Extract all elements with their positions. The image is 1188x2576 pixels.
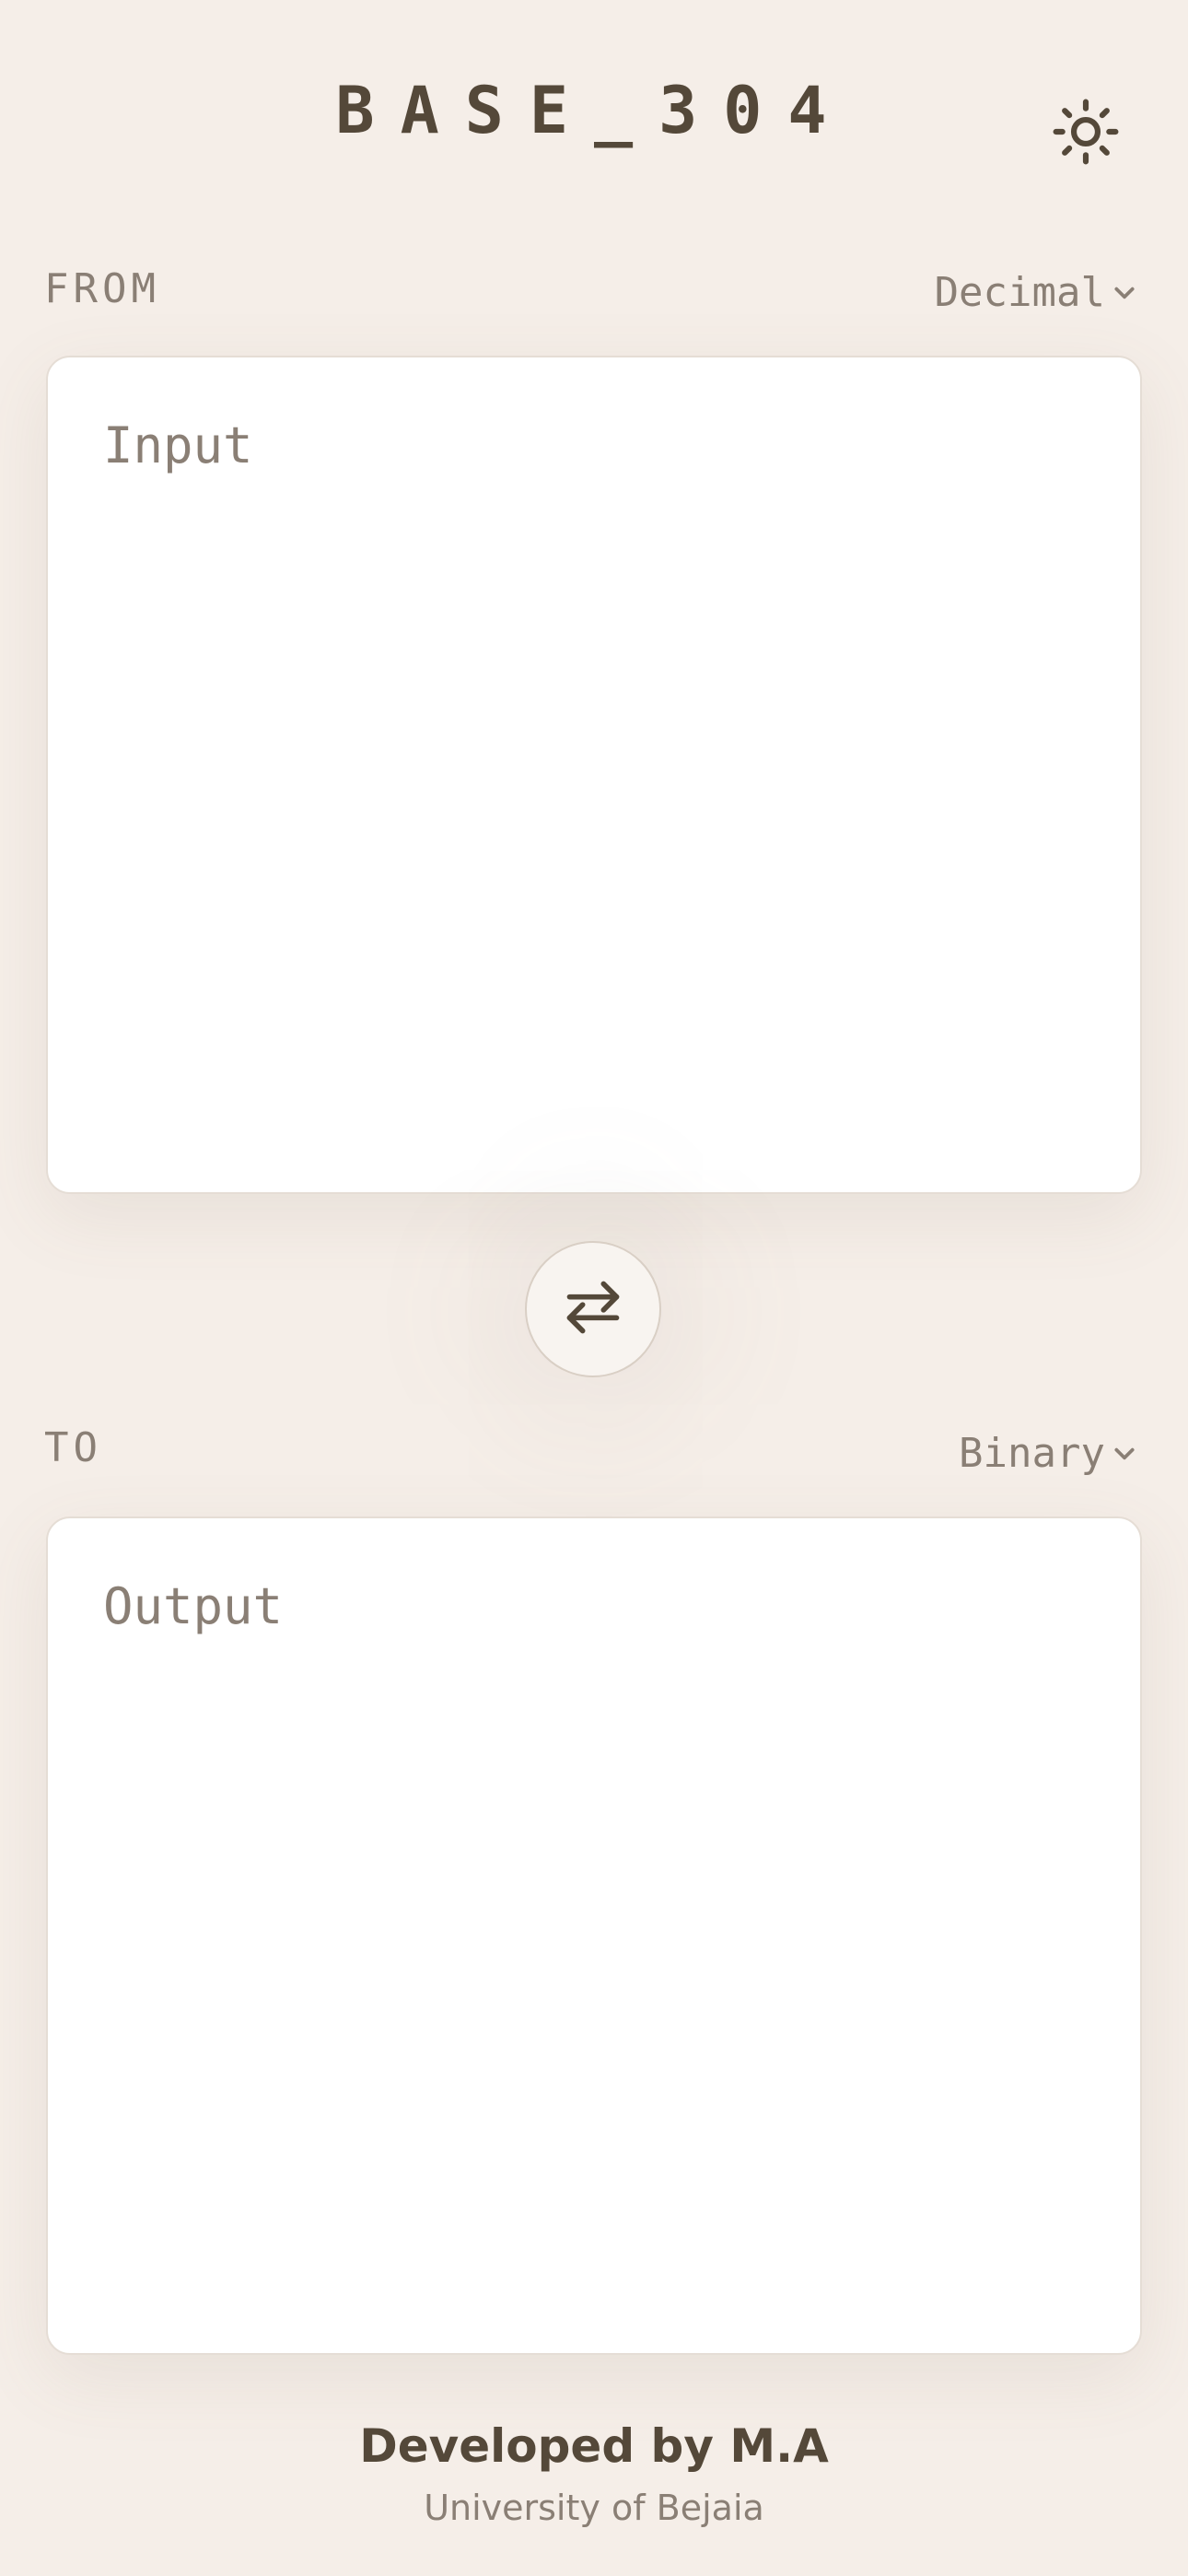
app-title: BASE_304: [335, 73, 853, 148]
chevron-down-icon: [1112, 1442, 1136, 1466]
to-base-value: Binary: [959, 1430, 1105, 1477]
to-base-select[interactable]: Binary: [959, 1430, 1136, 1477]
university-affiliation: University of Bejaia: [424, 2488, 764, 2528]
from-base-select[interactable]: Decimal: [935, 269, 1136, 316]
developer-credit: Developed by M.A: [359, 2419, 829, 2473]
theme-toggle-button[interactable]: [1042, 90, 1129, 177]
sun-icon: [1052, 98, 1120, 170]
swap-button[interactable]: [525, 1241, 661, 1377]
input-panel: [46, 356, 1142, 1194]
input-textarea[interactable]: [48, 357, 1140, 1192]
output-textarea[interactable]: [48, 1518, 1140, 2353]
chevron-down-icon: [1112, 281, 1136, 305]
from-base-value: Decimal: [934, 269, 1105, 316]
swap-arrows-icon: [562, 1276, 624, 1342]
from-label: FROM: [44, 265, 160, 312]
to-label: TO: [44, 1424, 102, 1471]
output-panel: [46, 1516, 1142, 2355]
